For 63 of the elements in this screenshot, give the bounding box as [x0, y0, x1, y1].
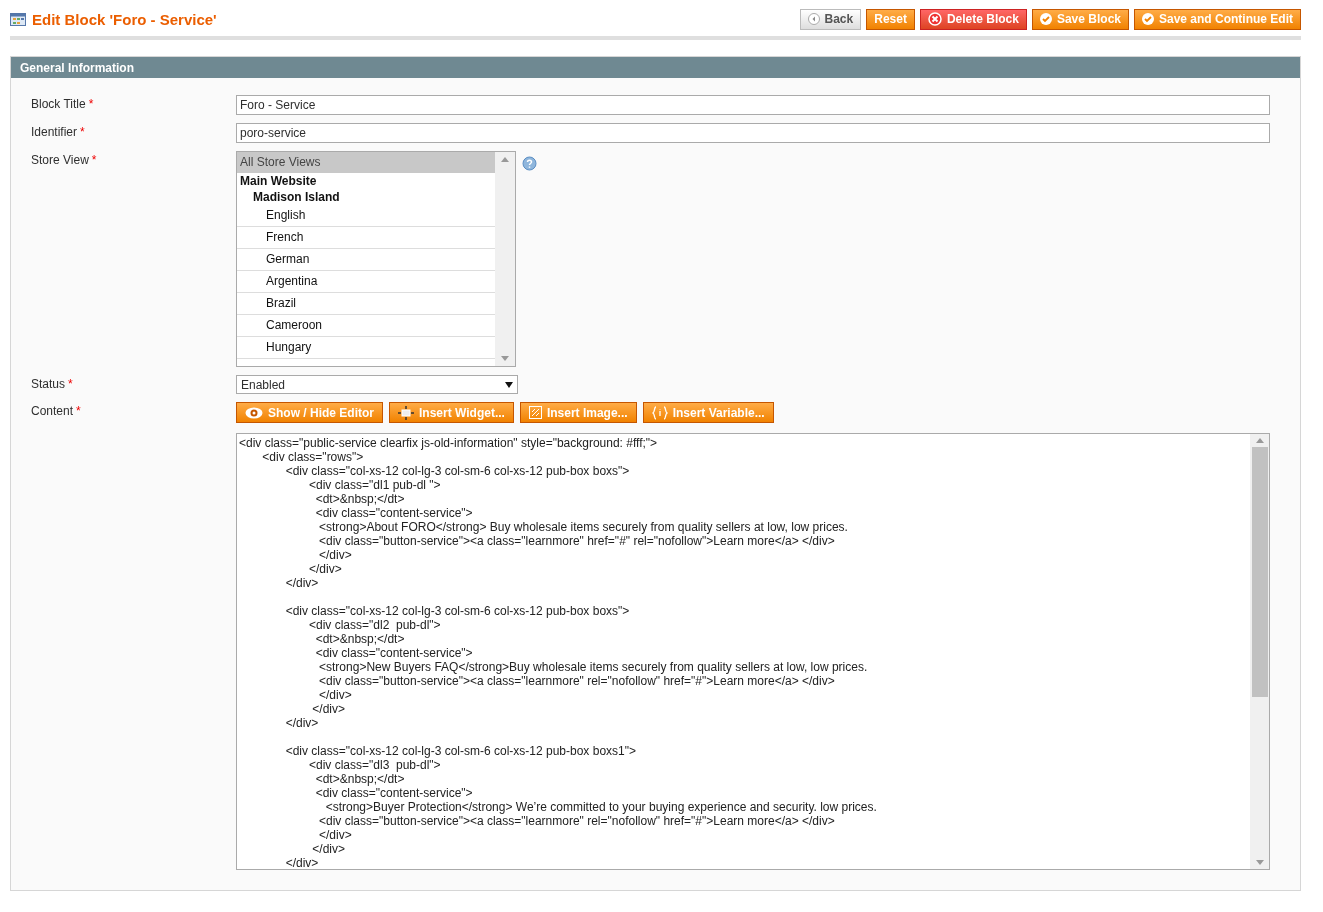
scroll-down-icon[interactable] — [501, 356, 509, 361]
widget-icon — [398, 405, 414, 420]
field-label: Identifier — [31, 125, 78, 139]
text-field[interactable]: poro-service — [236, 123, 1270, 143]
code-line: </div> — [311, 842, 347, 856]
code-line: <div class="content-service"> — [314, 506, 474, 520]
code-line: </div> — [308, 562, 343, 576]
required-marker: * — [88, 97, 94, 111]
required-marker: * — [91, 153, 97, 167]
code-line: </div> — [284, 716, 320, 730]
code-line: </div> — [284, 576, 320, 590]
code-line: <strong>Buyer Protection</strong> We’re committed to your buying experience and security. low prices. — [324, 800, 878, 814]
content-textarea[interactable] — [236, 433, 1270, 870]
code-line: <dt>&nbsp;</dt> — [314, 772, 406, 786]
back-button[interactable]: Back — [799, 8, 862, 30]
required-marker: * — [80, 125, 85, 139]
code-line: <div class="public-service clearfix js-old-information" style="background: #fff;"> — [239, 436, 659, 450]
field-label: Content — [31, 404, 74, 418]
scroll-up-icon[interactable] — [501, 157, 509, 162]
status-select[interactable]: Enabled — [236, 375, 518, 394]
eye-icon — [245, 406, 263, 419]
list-option[interactable]: All Store Views — [237, 152, 495, 173]
code-line: <div class="dl2 pub-dl"> — [308, 618, 442, 632]
section-header: General Information — [11, 57, 1300, 78]
scroll-up-icon[interactable] — [1255, 438, 1264, 443]
field-label: Status — [31, 377, 66, 391]
image-icon — [528, 406, 542, 419]
page-title: Edit Block 'Foro - Service' — [32, 10, 217, 28]
braces-icon — [651, 405, 668, 420]
close-icon — [927, 12, 942, 26]
code-line: <div class="content-service"> — [314, 646, 474, 660]
code-line: </div> — [318, 548, 353, 562]
code-line: <div class="col-xs-12 col-lg-3 col-sm-6 col-xs-12 pub-box boxs1"> — [284, 744, 637, 758]
required-marker: * — [76, 404, 81, 418]
code-line: </div> — [311, 702, 347, 716]
code-line: <div class="col-xs-12 col-lg-3 col-sm-6 col-xs-12 pub-box boxs"> — [284, 604, 631, 618]
check-icon — [1142, 13, 1154, 25]
code-line: <dt>&nbsp;</dt> — [314, 632, 406, 646]
text-field[interactable]: Foro - Service — [236, 95, 1270, 115]
scrollbar-thumb[interactable] — [1251, 447, 1268, 697]
field-label: Block Title — [31, 97, 86, 111]
code-line: <div class="button-service"><a class="learnmore" rel="nofollow" href="#">Learn more</a> </div> — [318, 814, 836, 828]
required-marker: * — [68, 377, 73, 391]
code-line: <strong>New Buyers FAQ</strong>Buy wholesale items securely from quality sellers at low, low prices. — [318, 660, 869, 674]
code-line: <div class="dl1 pub-dl "> — [308, 478, 442, 492]
code-line: </div> — [284, 856, 320, 869]
code-line: </div> — [318, 688, 353, 702]
help-icon[interactable] — [522, 156, 537, 171]
code-line: <div class="button-service"><a class="learnmore" rel="nofollow" href="#">Learn more</a> </div> — [318, 674, 836, 688]
code-line: <strong>About FORO</strong> Buy wholesale items securely from quality sellers at low, low prices. — [318, 520, 849, 534]
code-line: <div class="content-service"> — [314, 786, 474, 800]
code-line: <div class="button-service"><a class="learnmore" href="#" rel="nofollow">Learn more</a> </div> — [318, 534, 836, 548]
code-line: <div class="dl3 pub-dl"> — [308, 758, 442, 772]
code-line: <div class="rows"> — [261, 450, 365, 464]
scroll-down-icon[interactable] — [1255, 860, 1264, 865]
code-line: </div> — [318, 828, 353, 842]
field-label: Store View — [31, 153, 89, 167]
dropdown-arrow-icon — [505, 381, 513, 388]
code-line: <div class="col-xs-12 col-lg-3 col-sm-6 col-xs-12 pub-box boxs"> — [284, 464, 631, 478]
check-icon — [1039, 13, 1052, 25]
code-line: <dt>&nbsp;</dt> — [314, 492, 406, 506]
store-view-list[interactable]: All Store Views Main Website Madison Island English French German Argentina Brazil Cameroon Hungary — [236, 151, 516, 367]
grid-icon — [10, 12, 26, 26]
